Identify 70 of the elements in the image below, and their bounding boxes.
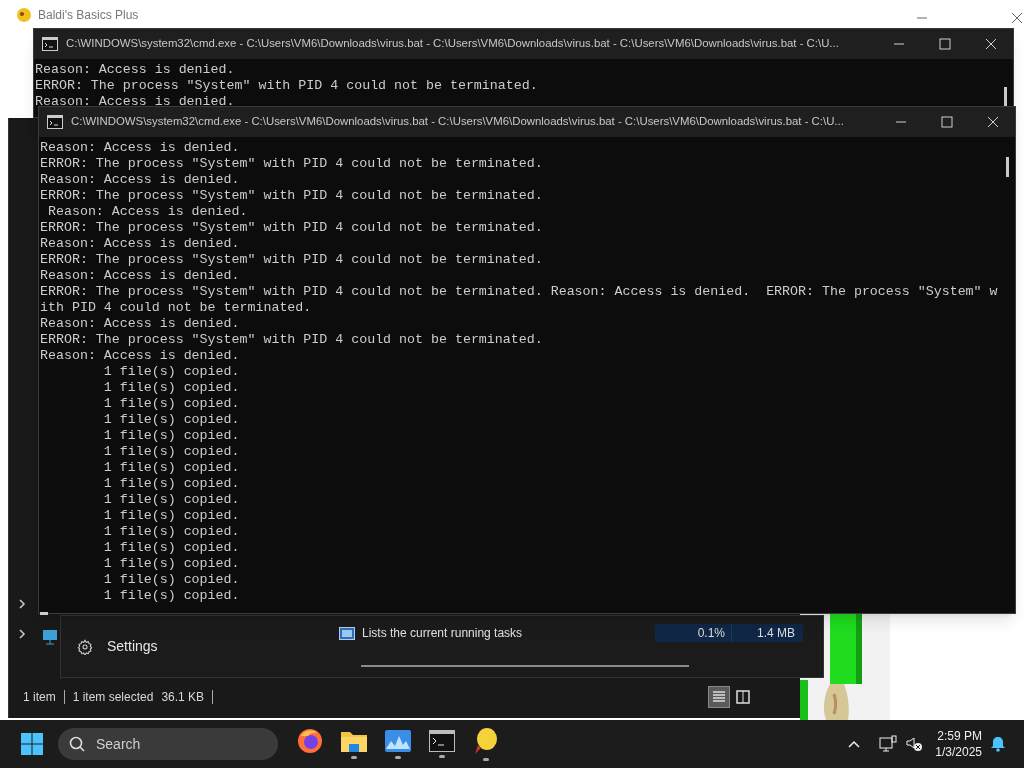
start-button[interactable] bbox=[20, 732, 44, 756]
console-line: ith PID 4 could not be terminated. bbox=[40, 300, 312, 316]
console-line: Reason: Access is denied. bbox=[40, 140, 240, 156]
console-line: 1 file(s) copied. bbox=[102, 412, 240, 428]
memory-value: 1.4 MB bbox=[731, 624, 803, 642]
terminal-icon[interactable] bbox=[429, 730, 455, 752]
clock-time[interactable]: 2:59 PM bbox=[937, 728, 982, 744]
clock-date[interactable]: 1/3/2025 bbox=[935, 744, 982, 760]
console-line: 1 file(s) copied. bbox=[102, 476, 240, 492]
task-description[interactable]: Lists the current running tasks bbox=[362, 624, 523, 642]
console-line: 1 file(s) copied. bbox=[102, 556, 240, 572]
console-line: ERROR: The process "System" with PID 4 could not be terminated. bbox=[40, 156, 543, 172]
list-icon bbox=[712, 690, 726, 704]
console-line: Reason: Access is denied. bbox=[40, 316, 240, 332]
status-text: 1 item bbox=[23, 689, 56, 706]
console-icon bbox=[47, 115, 63, 129]
scrollbar-thumb[interactable] bbox=[1004, 87, 1007, 107]
console-line: 1 file(s) copied. bbox=[102, 524, 240, 540]
console-line: 1 file(s) copied. bbox=[102, 380, 240, 396]
console-line: Reason: Access is denied. bbox=[40, 348, 240, 364]
window-title: Baldi's Basics Plus bbox=[38, 7, 139, 24]
chevron-icon[interactable] bbox=[17, 628, 27, 640]
console-line: 1 file(s) copied. bbox=[102, 572, 240, 588]
details-view-button[interactable] bbox=[708, 686, 730, 708]
browser-icon[interactable] bbox=[297, 728, 323, 754]
console-line: ERROR: The process "System" with PID 4 could not be terminated. Reason: Access is denied. ERROR: The process "System" w bbox=[40, 284, 998, 300]
console-line: ERROR: The process "System" with PID 4 could not be terminated. bbox=[40, 220, 543, 236]
monitor-icon[interactable] bbox=[384, 729, 412, 753]
search-icon bbox=[68, 735, 86, 753]
console-line: ERROR: The process "System" with PID 4 could not be terminated. bbox=[40, 188, 543, 204]
console-line: Reason: Access is denied. bbox=[35, 62, 235, 78]
console-line: Reason: Access is denied. bbox=[46, 204, 248, 220]
settings-link[interactable]: Settings bbox=[107, 636, 158, 657]
console-line: 1 file(s) copied. bbox=[102, 508, 240, 524]
console-line: 1 file(s) copied. bbox=[102, 444, 240, 460]
network-icon[interactable] bbox=[879, 735, 898, 753]
text-cursor bbox=[40, 612, 48, 615]
window-title: C:\WINDOWS\system32\cmd.exe - C:\Users\VM6\Downloads\virus.bat - C:\Users\VM6\Downloads\virus.bat - C:\Users\VM6\Downloads\virus.bat - C:\U... bbox=[71, 114, 845, 130]
status-text: 36.1 KB bbox=[161, 689, 205, 706]
notification-bell-icon[interactable] bbox=[990, 736, 1006, 752]
network-icon bbox=[41, 628, 59, 646]
console-line: 1 file(s) copied. bbox=[102, 492, 240, 508]
console-line: Reason: Access is denied. bbox=[40, 236, 240, 252]
console-line: ERROR: The process "System" with PID 4 could not be terminated. bbox=[40, 332, 543, 348]
columns-icon bbox=[736, 690, 750, 704]
console-line: 1 file(s) copied. bbox=[102, 396, 240, 412]
chevron-icon[interactable] bbox=[17, 598, 27, 610]
console-line: ERROR: The process "System" with PID 4 could not be terminated. bbox=[40, 252, 543, 268]
settings-icon bbox=[77, 638, 93, 655]
cpu-value: 0.1% bbox=[655, 624, 731, 642]
muted-speaker-icon[interactable] bbox=[905, 735, 924, 753]
cartoon-head-icon[interactable] bbox=[473, 727, 499, 755]
console-line: 1 file(s) copied. bbox=[102, 588, 240, 604]
folder-icon[interactable] bbox=[340, 729, 368, 753]
window-title: C:\WINDOWS\system32\cmd.exe - C:\Users\VM6\Downloads\virus.bat - C:\Users\VM6\Downloads\virus.bat - C:\Users\VM6\Downloads\virus.bat - C:\U... bbox=[66, 36, 840, 52]
console-line: 1 file(s) copied. bbox=[102, 540, 240, 556]
console-line: 1 file(s) copied. bbox=[102, 364, 240, 380]
console-line: Reason: Access is denied. bbox=[40, 172, 240, 188]
console-line: Reason: Access is denied. bbox=[40, 268, 240, 284]
window-icon bbox=[339, 626, 355, 640]
console-line: 1 file(s) copied. bbox=[102, 428, 240, 444]
console-line: 1 file(s) copied. bbox=[102, 460, 240, 476]
console-icon bbox=[42, 37, 58, 51]
search-field[interactable]: Search bbox=[58, 728, 278, 760]
chevron-up-icon[interactable] bbox=[847, 739, 862, 749]
console-line: ERROR: The process "System" with PID 4 could not be terminated. bbox=[35, 78, 538, 94]
console-line: Reason: Access is denied. bbox=[35, 94, 235, 110]
status-text: 1 item selected bbox=[72, 689, 154, 706]
scrollbar-thumb[interactable] bbox=[1006, 157, 1009, 177]
game-icon bbox=[16, 7, 32, 23]
